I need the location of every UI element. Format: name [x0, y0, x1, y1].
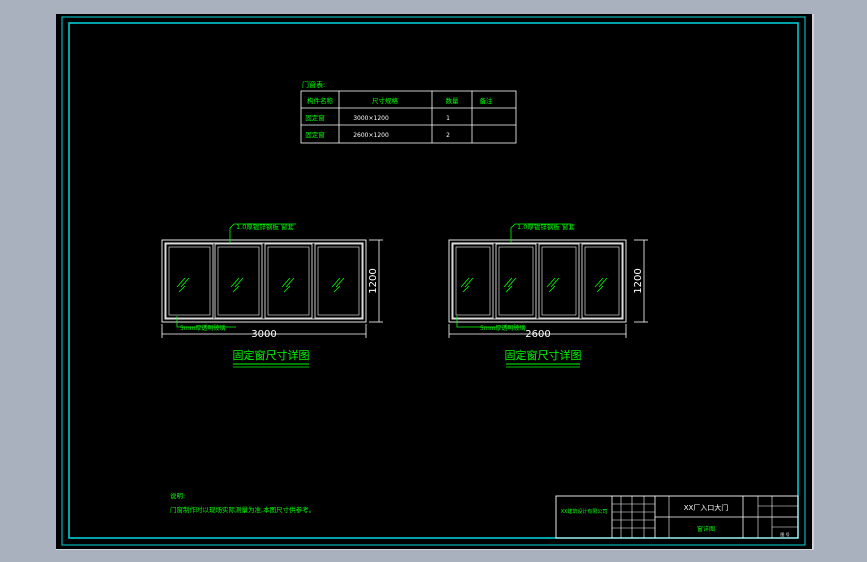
- notes-line: 门窗制作时以现场实际测量为准,本图尺寸供参考。: [170, 505, 315, 514]
- height-dimension: 1200: [368, 268, 379, 293]
- schedule-cell: 2: [446, 132, 450, 139]
- width-dimension: 2600: [525, 329, 550, 340]
- title-block: XX建筑设计有限公司 XX厂入口大门 窗详图 图 号: [555, 495, 799, 539]
- glass-pane: [538, 243, 580, 319]
- glass-pane: [495, 243, 537, 319]
- company-name: XX建筑设计有限公司: [561, 508, 608, 515]
- leader-label-bottom: 5mm厚透明玻璃: [480, 324, 526, 332]
- glass-pane: [581, 243, 623, 319]
- schedule-cell: 固定窗: [305, 113, 325, 122]
- project-name: XX厂入口大门: [684, 503, 729, 512]
- outer-border: [61, 16, 806, 546]
- leader-label-top: 1.0厚镀锌钢板 窗套: [236, 222, 294, 231]
- width-dimension: 3000: [251, 329, 276, 340]
- glass-pane: [214, 243, 263, 319]
- window-detail-3000: 1.0厚镀锌钢板 窗套 5mm厚透明玻璃 3000 1200 固定窗尺寸详图: [161, 222, 383, 368]
- schedule-cell: 固定窗: [305, 130, 325, 139]
- schedule-cell: 1: [446, 115, 450, 122]
- glass-pane: [314, 243, 363, 319]
- schedule-header-note: 备注: [480, 96, 494, 105]
- leader-label-bottom: 5mm厚透明玻璃: [180, 324, 226, 332]
- glass-pane: [165, 243, 214, 319]
- glass-pane: [452, 243, 494, 319]
- detail-caption: 固定窗尺寸详图: [233, 348, 310, 362]
- inner-border: [68, 22, 799, 539]
- sheet-label: 图 号: [780, 531, 789, 537]
- drawing-title: 窗详图: [697, 525, 715, 533]
- leader-label-top: 1.0厚镀锌钢板 窗套: [517, 222, 575, 231]
- schedule-header-size: 尺寸规格: [372, 96, 399, 105]
- glass-pane: [264, 243, 313, 319]
- schedule-cell: 2600×1200: [353, 132, 389, 139]
- notes-heading: 说明:: [170, 491, 185, 500]
- schedule-header-qty: 数量: [446, 96, 460, 105]
- height-dimension: 1200: [633, 268, 644, 293]
- door-window-schedule: 门窗表: 构件名称 尺寸规格 数量 备注 固定窗 3000×1200 1 固定窗…: [300, 80, 517, 144]
- window-detail-2600: 1.0厚镀锌钢板 窗套 5mm厚透明玻璃 2600 1200 固定窗尺寸详图: [448, 222, 648, 368]
- drawing-viewport[interactable]: 门窗表: 构件名称 尺寸规格 数量 备注 固定窗 3000×1200 1 固定窗…: [56, 14, 814, 550]
- schedule-title: 门窗表:: [302, 80, 325, 89]
- schedule-cell: 3000×1200: [353, 115, 389, 122]
- cad-sheet: 门窗表: 构件名称 尺寸规格 数量 备注 固定窗 3000×1200 1 固定窗…: [61, 16, 806, 546]
- schedule-header-name: 构件名称: [307, 96, 334, 105]
- detail-caption: 固定窗尺寸详图: [505, 348, 582, 362]
- drawing-notes: 说明: 门窗制作时以现场实际测量为准,本图尺寸供参考。: [170, 491, 315, 514]
